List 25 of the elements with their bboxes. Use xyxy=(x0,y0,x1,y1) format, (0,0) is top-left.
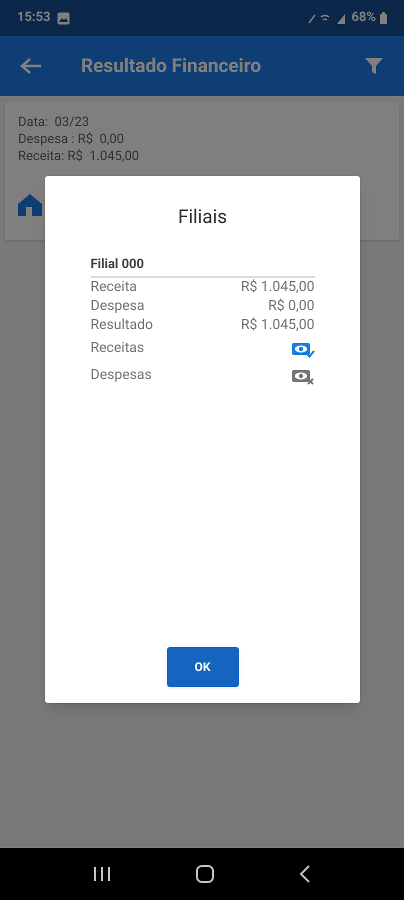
ok-button[interactable]: OK xyxy=(166,647,238,687)
battery-icon xyxy=(380,12,387,24)
toggle-label: Receitas xyxy=(90,339,144,358)
row-value: R$ 0,00 xyxy=(268,297,314,316)
branch-name: Filial 000 xyxy=(90,254,314,278)
row-value: R$ 1.045,00 xyxy=(240,278,314,297)
app-title: Resultado Financeiro xyxy=(81,52,262,79)
battery-percent: 68% xyxy=(351,9,376,28)
row-label: Despesa xyxy=(90,297,144,316)
row-label: Resultado xyxy=(90,316,153,335)
row-label: Receita xyxy=(90,278,137,297)
back-nav-icon[interactable] xyxy=(299,865,312,883)
dialog-title: Filiais xyxy=(178,204,228,230)
back-icon[interactable] xyxy=(20,57,42,75)
home-icon[interactable] xyxy=(196,865,214,883)
toggle-label: Despesas xyxy=(90,366,152,385)
summary-line: Receita: R$ 1.045,00 xyxy=(18,148,140,165)
summary-line: Data: 03/23 xyxy=(18,114,90,131)
status-time: 15:53 xyxy=(17,9,50,28)
recent-apps-icon[interactable] xyxy=(92,866,111,882)
filter-icon[interactable] xyxy=(364,56,384,76)
signal-icon xyxy=(307,12,348,24)
image-icon xyxy=(56,12,70,24)
row-value: R$ 1.045,00 xyxy=(240,316,314,335)
summary-line: Despesa : R$ 0,00 xyxy=(18,131,125,148)
